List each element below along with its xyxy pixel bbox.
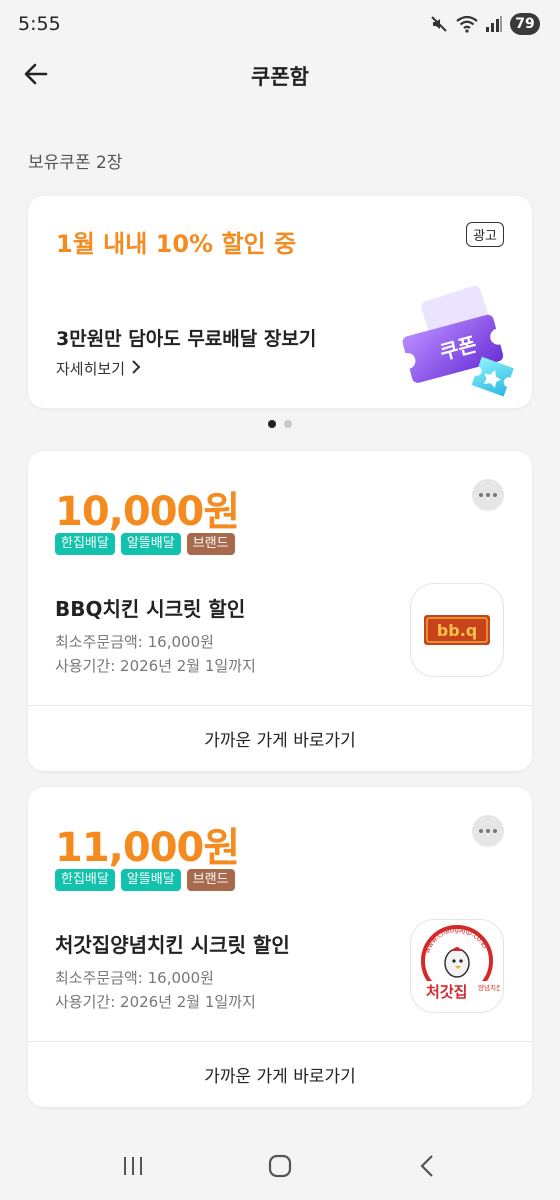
system-back-button[interactable] [397,1144,457,1192]
back-icon [419,1154,435,1182]
wifi-icon [456,14,478,34]
battery-indicator: 79 [510,13,540,35]
coupon-name: BBQ치킨 시크릿 할인 [55,597,246,621]
coupon-card-cheogajip: 11,000원 한집배달 알뜰배달 브랜드 처갓집양념치킨 시크릿 할인 최소주… [28,787,532,1107]
more-dot [479,829,483,833]
cheogajip-sub-text: 양념치킨 [478,983,500,992]
status-bar: 5:55 79 [0,0,560,48]
recent-apps-icon [121,1155,145,1181]
tag-saver-delivery: 알뜰배달 [120,533,181,555]
tag-brand: 브랜드 [186,533,235,555]
app-header: 쿠폰함 [0,48,560,104]
arrow-left-icon [23,61,49,91]
coupon-period: 사용기간: 2026년 2월 1일까지 [55,993,256,1011]
status-icons: 79 [429,13,540,35]
coupon-tags: 한집배달 알뜰배달 브랜드 [55,869,235,891]
tag-single-delivery: 한집배달 [55,533,115,555]
more-dot [479,493,483,497]
mute-icon [429,14,449,34]
ad-detail-link[interactable]: 자세히보기 [56,358,141,379]
home-icon [267,1153,293,1183]
page-title: 쿠폰함 [251,65,309,89]
cheogajip-logo-text: 처갓집 [426,983,467,1001]
coupon-count: 보유쿠폰 2장 [28,153,123,173]
more-dot [486,493,490,497]
coupon-ticket-illustration: 쿠폰 [396,284,526,404]
ad-subtitle: 3만원만 담아도 무료배달 장보기 [56,328,317,350]
more-options-button[interactable] [472,815,504,847]
ad-detail-link-label: 자세히보기 [56,360,126,378]
coupon-amount: 10,000원 [55,489,240,535]
more-options-button[interactable] [472,479,504,511]
coupon-card-bbq: 10,000원 한집배달 알뜰배달 브랜드 BBQ치킨 시크릿 할인 최소주문금… [28,451,532,771]
pager-dot-active[interactable] [268,420,276,428]
coupon-amount: 11,000원 [55,825,240,871]
system-nav-bar [0,1136,560,1200]
nearby-store-button[interactable]: 가까운 가게 바로가기 [28,706,532,771]
tag-saver-delivery: 알뜰배달 [120,869,181,891]
tag-single-delivery: 한집배달 [55,869,115,891]
signal-icon [485,15,503,33]
status-time: 5:55 [18,13,61,35]
pager-dot[interactable] [284,420,292,428]
coupon-name: 처갓집양념치킨 시크릿 할인 [55,933,290,957]
bbq-logo-text: bb.q [437,621,477,640]
bbq-logo: bb.q [410,583,504,677]
recent-apps-button[interactable] [103,1144,163,1192]
banner-pager [0,420,560,428]
tag-brand: 브랜드 [186,869,235,891]
coupon-min-order: 최소주문금액: 16,000원 [55,633,214,651]
more-dot [493,829,497,833]
nearby-store-button[interactable]: 가까운 가게 바로가기 [28,1042,532,1107]
more-dot [493,493,497,497]
back-button[interactable] [20,60,52,92]
coupon-tags: 한집배달 알뜰배달 브랜드 [55,533,235,555]
chevron-right-icon [131,359,141,378]
more-dot [486,829,490,833]
cheogajip-logo: www.cheogajip.co.kr 처갓집 양념치킨 [410,919,504,1013]
coupon-period: 사용기간: 2026년 2월 1일까지 [55,657,256,675]
ad-badge: 광고 [466,222,504,247]
home-button[interactable] [250,1144,310,1192]
ad-banner[interactable]: 1월 내내 10% 할인 중 광고 3만원만 담아도 무료배달 장보기 자세히보… [28,196,532,408]
coupon-min-order: 최소주문금액: 16,000원 [55,969,214,987]
ad-headline: 1월 내내 10% 할인 중 [56,230,297,258]
